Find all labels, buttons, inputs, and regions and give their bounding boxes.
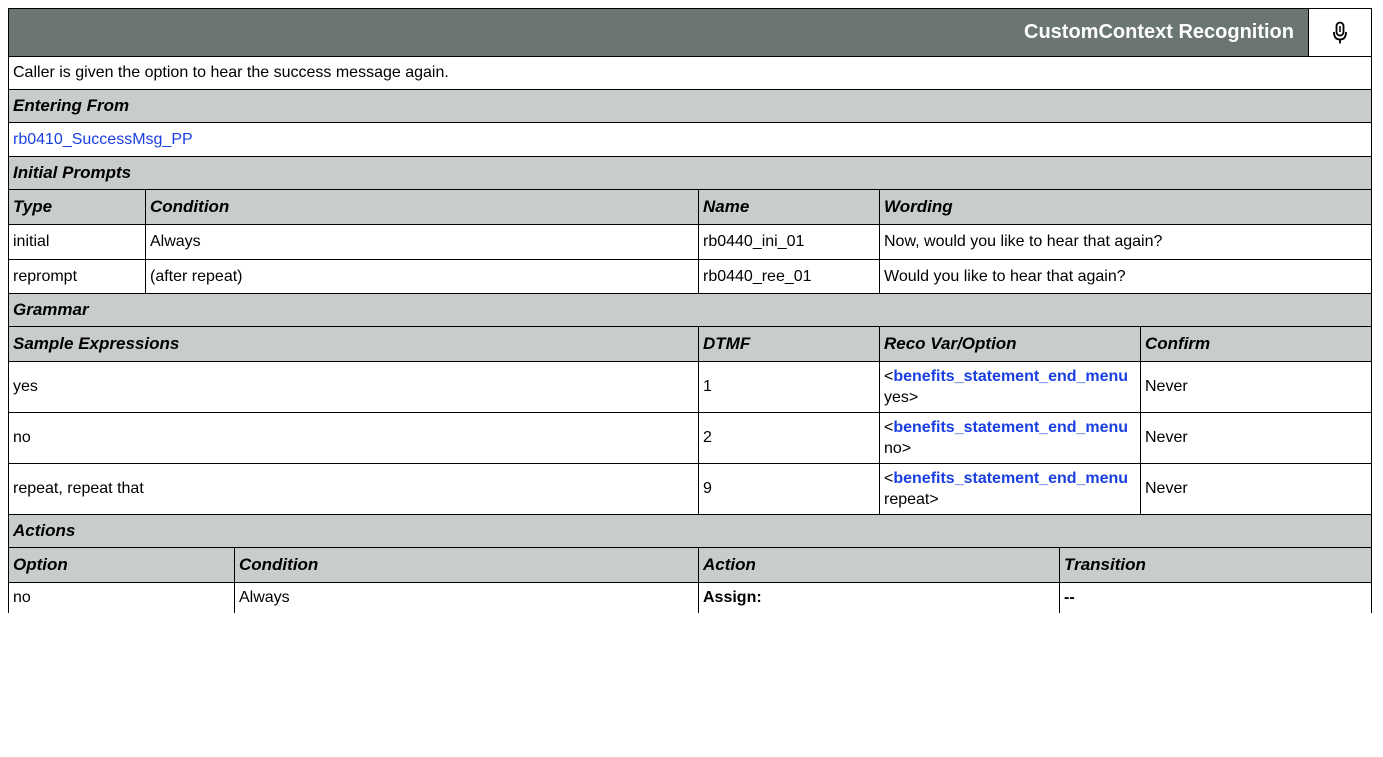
grammar-dtmf: 9 — [698, 464, 879, 514]
prompt-name: rb0440_ini_01 — [698, 225, 879, 259]
column-header-type: Type — [9, 190, 145, 224]
table-row: repeat, repeat that 9 <benefits_statemen… — [8, 463, 1372, 514]
actions-label: Actions — [13, 521, 76, 540]
initial-prompts-column-headers: Type Condition Name Wording — [8, 189, 1372, 224]
column-header-transition: Transition — [1059, 548, 1371, 582]
entering-from-row: rb0410_SuccessMsg_PP — [8, 122, 1372, 156]
grammar-expression: repeat, repeat that — [13, 480, 144, 497]
reco-value: repeat> — [884, 491, 939, 508]
action-transition: -- — [1059, 583, 1371, 613]
reco-var-link[interactable]: benefits_statement_end_menu — [893, 368, 1128, 385]
reco-value: no> — [884, 440, 912, 457]
grammar-confirm: Never — [1140, 413, 1371, 463]
grammar-reco-var: <benefits_statement_end_menu repeat> — [879, 464, 1140, 514]
prompt-wording: Now, would you like to hear that again? — [879, 225, 1371, 259]
grammar-expression: yes — [13, 378, 38, 395]
reco-open-bracket: < — [884, 470, 894, 487]
reco-value: yes> — [884, 389, 919, 406]
grammar-reco-var: <benefits_statement_end_menu yes> — [879, 362, 1140, 412]
column-header-dtmf: DTMF — [698, 327, 879, 361]
header-bar: CustomContext Recognition — [8, 8, 1372, 56]
page-title: CustomContext Recognition — [1010, 9, 1308, 56]
microphone-icon — [1333, 21, 1347, 43]
column-header-name: Name — [698, 190, 879, 224]
column-header-reco-var: Reco Var/Option — [879, 327, 1140, 361]
prompt-name: rb0440_ree_01 — [698, 260, 879, 293]
initial-prompts-header: Initial Prompts — [8, 156, 1372, 189]
prompt-type: initial — [13, 233, 50, 250]
column-header-condition: Condition — [145, 190, 698, 224]
grammar-dtmf: 1 — [698, 362, 879, 412]
reco-open-bracket: < — [884, 368, 894, 385]
table-row: reprompt (after repeat) rb0440_ree_01 Wo… — [8, 259, 1372, 293]
grammar-confirm: Never — [1140, 464, 1371, 514]
column-header-option: Option — [9, 548, 234, 582]
column-header-confirm: Confirm — [1140, 327, 1371, 361]
actions-header: Actions — [8, 514, 1372, 547]
action-assign: Assign: — [698, 583, 1059, 613]
grammar-label: Grammar — [13, 300, 89, 319]
actions-column-headers: Option Condition Action Transition — [8, 547, 1372, 582]
action-option: no — [13, 589, 31, 606]
prompt-wording: Would you like to hear that again? — [879, 260, 1371, 293]
description-row: Caller is given the option to hear the s… — [8, 56, 1372, 89]
column-header-action: Action — [698, 548, 1059, 582]
column-header-wording: Wording — [879, 190, 1371, 224]
reco-var-link[interactable]: benefits_statement_end_menu — [893, 470, 1128, 487]
recognition-spec-table: CustomContext Recognition Caller is give… — [8, 8, 1372, 613]
description-text: Caller is given the option to hear the s… — [13, 64, 449, 81]
action-condition: Always — [234, 583, 698, 613]
column-header-sample-expressions: Sample Expressions — [9, 327, 698, 361]
prompt-condition: Always — [145, 225, 698, 259]
grammar-reco-var: <benefits_statement_end_menu no> — [879, 413, 1140, 463]
grammar-column-headers: Sample Expressions DTMF Reco Var/Option … — [8, 326, 1372, 361]
prompt-type: reprompt — [13, 267, 78, 285]
grammar-expression: no — [13, 429, 31, 446]
table-row: no 2 <benefits_statement_end_menu no> Ne… — [8, 412, 1372, 463]
prompt-condition: (after repeat) — [145, 260, 698, 293]
grammar-header: Grammar — [8, 293, 1372, 326]
entering-from-header: Entering From — [8, 89, 1372, 122]
reco-open-bracket: < — [884, 419, 894, 436]
entering-from-label: Entering From — [13, 96, 130, 115]
grammar-dtmf: 2 — [698, 413, 879, 463]
microphone-icon-box — [1308, 9, 1371, 56]
table-row: no Always Assign: -- — [8, 582, 1372, 613]
initial-prompts-label: Initial Prompts — [13, 163, 132, 182]
column-header-condition: Condition — [234, 548, 698, 582]
table-row: initial Always rb0440_ini_01 Now, would … — [8, 224, 1372, 259]
table-row: yes 1 <benefits_statement_end_menu yes> … — [8, 361, 1372, 412]
entering-from-link[interactable]: rb0410_SuccessMsg_PP — [9, 131, 193, 149]
reco-var-link[interactable]: benefits_statement_end_menu — [893, 419, 1128, 436]
grammar-confirm: Never — [1140, 362, 1371, 412]
page-title-text: CustomContext Recognition — [1024, 21, 1294, 43]
